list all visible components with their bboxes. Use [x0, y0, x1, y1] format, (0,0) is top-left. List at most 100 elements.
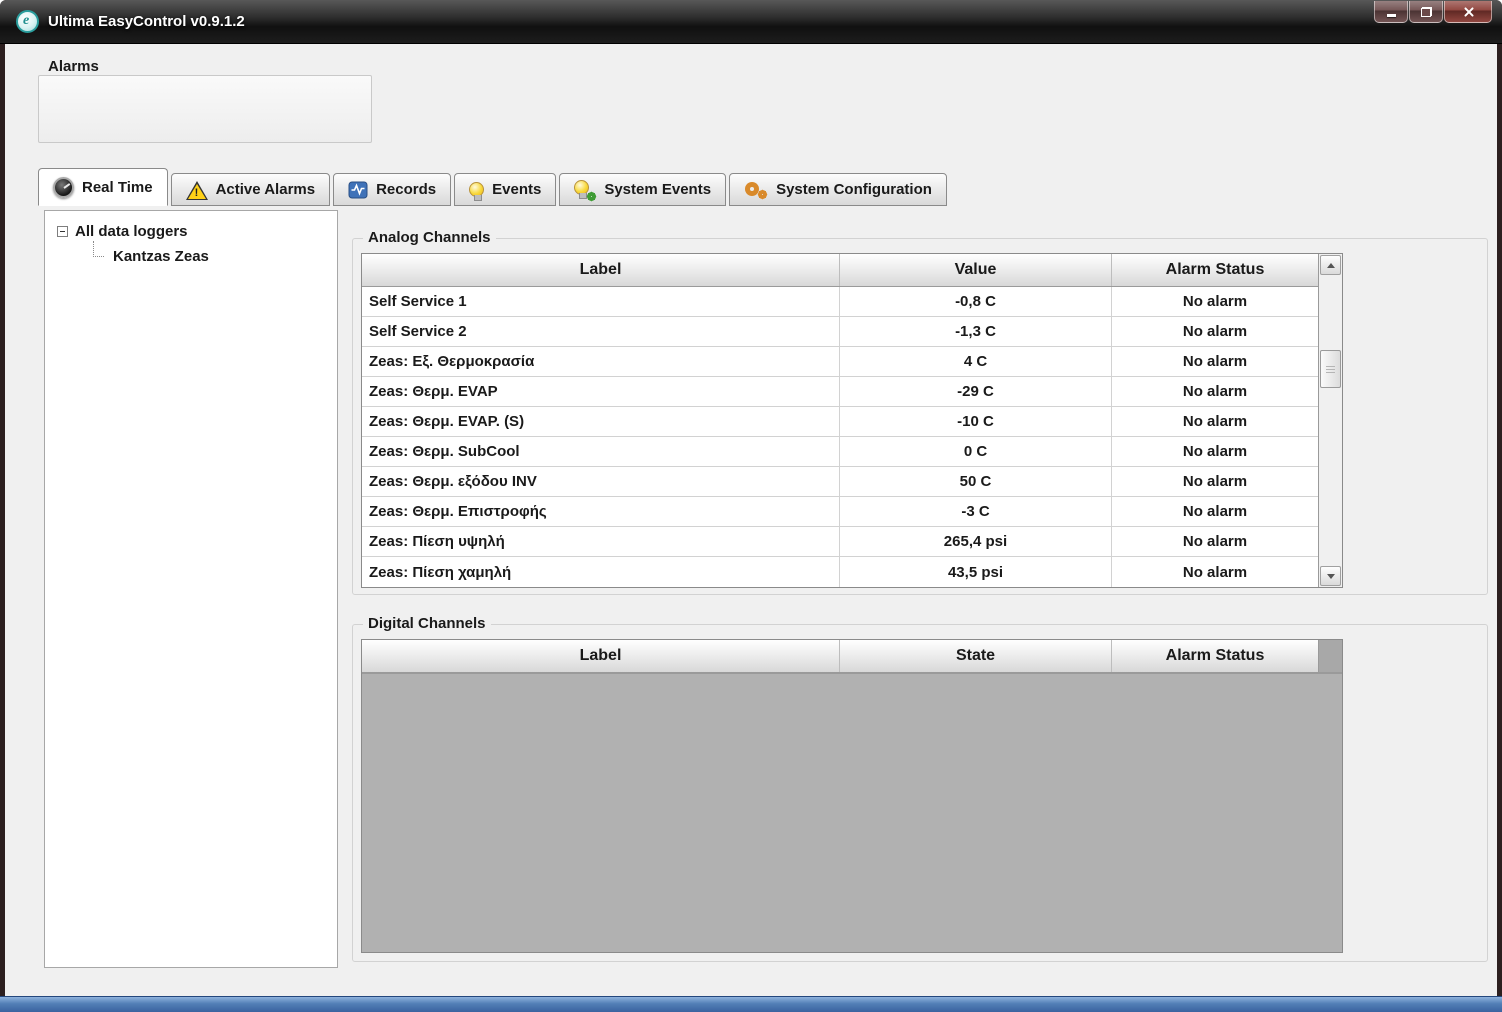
scroll-up-button[interactable] [1320, 255, 1341, 275]
tab-label: Active Alarms [216, 181, 316, 198]
tree-connector [93, 241, 104, 257]
restore-button[interactable] [1409, 1, 1443, 23]
restore-icon [1421, 7, 1432, 17]
app-window: Ultima EasyControl v0.9.1.2 Alarms Real … [0, 0, 1502, 1012]
tree-item-label: All data loggers [75, 223, 188, 240]
alarms-panel [38, 75, 372, 143]
scrollbar-corner [1318, 640, 1342, 672]
table-cell: 4 C [840, 347, 1112, 376]
table-row[interactable]: Self Service 1-0,8 CNo alarm [362, 287, 1318, 317]
waveform-icon [348, 180, 368, 200]
gauge-icon [53, 177, 74, 198]
digital-table-body [362, 673, 1342, 952]
header-alarm-status[interactable]: Alarm Status [1112, 640, 1318, 672]
table-cell: No alarm [1112, 557, 1318, 587]
table-cell: Zeas: Θερμ. SubCool [362, 437, 840, 466]
minimize-button[interactable] [1374, 1, 1408, 23]
table-cell: No alarm [1112, 497, 1318, 526]
table-cell: Self Service 2 [362, 317, 840, 346]
table-cell: -0,8 C [840, 287, 1112, 316]
tree-item-kantzas-zeas[interactable]: Kantzas Zeas [93, 248, 337, 265]
table-cell: Zeas: Θερμ. Επιστροφής [362, 497, 840, 526]
window-content: Alarms Real Time Active Alarms Records E… [5, 44, 1497, 996]
tab-label: System Configuration [776, 181, 932, 198]
app-logo-icon [16, 10, 39, 33]
table-cell: Zeas: Πίεση χαμηλή [362, 557, 840, 587]
digital-channels-table: Label State Alarm Status [361, 639, 1343, 953]
collapse-icon[interactable] [57, 226, 68, 237]
tab-records[interactable]: Records [333, 173, 451, 206]
tab-system-configuration[interactable]: System Configuration [729, 173, 947, 206]
table-row[interactable]: Zeas: Θερμ. εξόδου INV50 CNo alarm [362, 467, 1318, 497]
table-cell: No alarm [1112, 527, 1318, 556]
digital-channels-title: Digital Channels [363, 615, 491, 632]
table-row[interactable]: Zeas: Πίεση υψηλή265,4 psiNo alarm [362, 527, 1318, 557]
bulb-icon [469, 182, 484, 197]
arrow-down-icon [1327, 574, 1335, 579]
tab-real-time[interactable]: Real Time [38, 168, 168, 206]
table-row[interactable]: Zeas: Θερμ. EVAP. (S)-10 CNo alarm [362, 407, 1318, 437]
table-row[interactable]: Self Service 2-1,3 CNo alarm [362, 317, 1318, 347]
tab-strip: Real Time Active Alarms Records Events [38, 168, 950, 206]
table-cell: 43,5 psi [840, 557, 1112, 587]
table-cell: No alarm [1112, 467, 1318, 496]
close-button[interactable] [1444, 1, 1492, 23]
table-cell: 0 C [840, 437, 1112, 466]
header-state[interactable]: State [840, 640, 1112, 672]
header-value[interactable]: Value [840, 254, 1112, 286]
table-cell: 265,4 psi [840, 527, 1112, 556]
analog-table-header: Label Value Alarm Status [362, 254, 1318, 287]
table-row[interactable]: Zeas: Θερμ. Επιστροφής-3 CNo alarm [362, 497, 1318, 527]
table-cell: No alarm [1112, 377, 1318, 406]
digital-channels-group: Digital Channels Label State Alarm Statu… [352, 624, 1488, 962]
analog-table-scrollbar[interactable] [1318, 254, 1342, 587]
analog-channels-title: Analog Channels [363, 229, 496, 246]
analog-table-body: Self Service 1-0,8 CNo alarmSelf Service… [362, 287, 1318, 587]
scrollbar-thumb[interactable] [1320, 350, 1341, 388]
tree-item-all-data-loggers[interactable]: All data loggers [57, 223, 337, 240]
table-cell: No alarm [1112, 347, 1318, 376]
table-row[interactable]: Zeas: Θερμ. SubCool0 CNo alarm [362, 437, 1318, 467]
table-cell: Zeas: Θερμ. EVAP [362, 377, 840, 406]
analog-channels-group: Analog Channels Label Value Alarm Status… [352, 238, 1488, 595]
gears-icon [744, 180, 768, 200]
digital-table-header: Label State Alarm Status [362, 640, 1342, 673]
tab-system-events[interactable]: System Events [559, 173, 726, 206]
scrollbar-track[interactable] [1319, 276, 1342, 565]
table-cell: -10 C [840, 407, 1112, 436]
datalogger-tree: All data loggers Kantzas Zeas [44, 210, 338, 968]
header-alarm-status[interactable]: Alarm Status [1112, 254, 1318, 286]
close-icon [1463, 6, 1474, 17]
bulb-gear-icon [574, 180, 596, 200]
window-controls [1374, 1, 1492, 23]
table-cell: No alarm [1112, 317, 1318, 346]
table-cell: No alarm [1112, 437, 1318, 466]
alarms-panel-label: Alarms [48, 58, 99, 75]
table-row[interactable]: Zeas: Πίεση χαμηλή43,5 psiNo alarm [362, 557, 1318, 587]
warning-icon [186, 181, 208, 200]
table-cell: -1,3 C [840, 317, 1112, 346]
tab-label: Events [492, 181, 541, 198]
titlebar: Ultima EasyControl v0.9.1.2 [0, 0, 1502, 44]
tab-events[interactable]: Events [454, 173, 556, 206]
table-cell: -3 C [840, 497, 1112, 526]
table-cell: No alarm [1112, 407, 1318, 436]
table-cell: Zeas: Θερμ. εξόδου INV [362, 467, 840, 496]
tab-label: System Events [604, 181, 711, 198]
table-cell: Self Service 1 [362, 287, 840, 316]
window-title: Ultima EasyControl v0.9.1.2 [48, 0, 245, 44]
window-bottom-frame [0, 996, 1502, 1012]
tab-label: Records [376, 181, 436, 198]
analog-channels-table: Label Value Alarm Status Self Service 1-… [361, 253, 1343, 588]
table-cell: Zeas: Εξ. Θερμοκρασία [362, 347, 840, 376]
header-label[interactable]: Label [362, 640, 840, 672]
table-cell: Zeas: Θερμ. EVAP. (S) [362, 407, 840, 436]
table-cell: No alarm [1112, 287, 1318, 316]
table-row[interactable]: Zeas: Θερμ. EVAP-29 CNo alarm [362, 377, 1318, 407]
tab-active-alarms[interactable]: Active Alarms [171, 173, 331, 206]
table-cell: Zeas: Πίεση υψηλή [362, 527, 840, 556]
tree-item-label: Kantzas Zeas [113, 248, 209, 265]
table-row[interactable]: Zeas: Εξ. Θερμοκρασία4 CNo alarm [362, 347, 1318, 377]
scroll-down-button[interactable] [1320, 566, 1341, 586]
header-label[interactable]: Label [362, 254, 840, 286]
